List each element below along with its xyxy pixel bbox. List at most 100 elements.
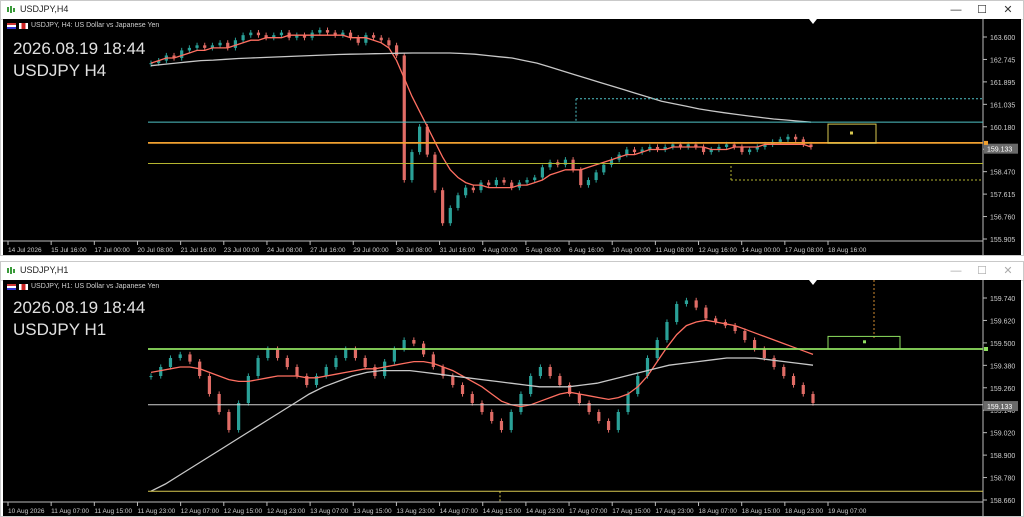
minimize-button[interactable]: — (943, 263, 969, 279)
candle-body (471, 187, 475, 191)
overlay-symbol-timeframe: USDJPY H1 (13, 320, 107, 339)
time-label: 14 Aug 00:00 (742, 247, 781, 254)
time-label: 15 Jul 16:00 (51, 247, 87, 254)
chart-shift-marker-icon[interactable] (809, 19, 817, 24)
price-label: 156.760 (990, 215, 1015, 222)
candle-body (740, 146, 744, 153)
price-label: 158.780 (990, 476, 1015, 483)
jpy-flag-icon (19, 22, 28, 29)
time-label: 18 Aug 07:00 (699, 508, 738, 515)
candle-body (460, 385, 465, 394)
time-label: 17 Jul 00:00 (94, 247, 130, 254)
time-label: 18 Aug 23:00 (785, 508, 824, 515)
symbol-description: USDJPY, H1: US Dollar vs Japanese Yen (31, 283, 160, 290)
price-label: 159.620 (990, 318, 1015, 325)
time-label: 4 Aug 00:00 (483, 247, 518, 254)
window-titlebar[interactable]: USDJPY,H1 — ☐ ✕ (1, 262, 1023, 281)
price-label: 159.260 (990, 386, 1015, 393)
candle-body (502, 180, 506, 183)
time-label: 18 Aug 15:00 (742, 508, 781, 515)
candle-body (525, 180, 529, 183)
chart-canvas-h4[interactable]: 163.600162.745161.895161.035160.180159.3… (3, 19, 1021, 255)
price-label: 160.180 (990, 125, 1015, 132)
overlay-datetime: 2026.08.19 18:44 (13, 298, 146, 317)
time-label: 30 Jul 08:00 (396, 247, 432, 254)
time-label: 17 Aug 08:00 (785, 247, 824, 254)
candle-body (402, 340, 406, 349)
candle-body (266, 349, 270, 358)
candle-body (558, 376, 562, 385)
price-label: 159.020 (990, 431, 1015, 438)
candle-body (256, 358, 260, 376)
candle-body (379, 37, 383, 41)
candle-body (364, 35, 368, 43)
candle-body (218, 42, 222, 46)
candle-body (353, 349, 358, 358)
maximize-button[interactable]: ☐ (969, 263, 995, 279)
candle-body (606, 421, 611, 430)
time-label: 11 Aug 15:00 (94, 508, 132, 515)
chart-shift-marker-icon[interactable] (809, 280, 817, 285)
candle-body (159, 367, 163, 376)
price-chart-h4[interactable]: 163.600162.745161.895161.035160.180159.3… (3, 19, 1021, 255)
candle-body (540, 167, 544, 178)
time-label: 10 Aug 00:00 (612, 247, 651, 254)
candle-body (519, 394, 523, 412)
overlay-datetime: 2026.08.19 18:44 (13, 39, 146, 58)
candle-body (387, 40, 391, 46)
price-label: 159.380 (990, 363, 1015, 370)
time-label: 12 Aug 16:00 (699, 247, 738, 254)
candle-body (451, 376, 455, 385)
price-chart-h1[interactable]: 159.740 159.620 159.500 159.380 159.260 159.1… (3, 280, 1021, 516)
candle-body (626, 394, 630, 412)
candle-body (356, 37, 360, 43)
candle-body (616, 412, 620, 430)
candle-body (324, 367, 328, 376)
time-label: 21 Jul 16:00 (181, 247, 217, 254)
candle-body (694, 300, 698, 308)
time-label: 12 Aug 23:00 (267, 508, 306, 515)
candle-body (241, 35, 245, 41)
time-label: 5 Aug 08:00 (526, 247, 561, 254)
price-label: 157.615 (990, 192, 1015, 199)
time-label: 17 Aug 15:00 (612, 508, 651, 515)
candle-body (791, 376, 796, 385)
time-label: 24 Jul 08:00 (267, 247, 303, 254)
price-label: 158.900 (990, 453, 1015, 460)
time-label: 18 Aug 16:00 (828, 247, 867, 254)
chart-window-icon (7, 6, 15, 13)
candle-body (246, 376, 250, 403)
price-label: 163.600 (990, 35, 1015, 42)
candle-body (203, 45, 207, 48)
usd-flag-icon (7, 22, 16, 29)
candle-body (548, 162, 552, 168)
candle-body (441, 190, 445, 224)
close-button[interactable]: ✕ (995, 2, 1021, 18)
candle-body (412, 340, 416, 344)
candle-body (724, 144, 729, 147)
candle-body (811, 394, 815, 403)
moving-average-red (150, 319, 814, 408)
candle-body (786, 136, 790, 140)
candle-body (752, 340, 757, 349)
symbol-info-bar: USDJPY, H1: US Dollar vs Japanese Yen (7, 283, 159, 290)
maximize-button[interactable]: ☐ (969, 2, 995, 18)
time-label: 13 Aug 23:00 (396, 508, 435, 515)
minimize-button[interactable]: — (943, 2, 969, 18)
candle-body (217, 394, 221, 412)
close-button[interactable]: ✕ (995, 263, 1021, 279)
chart-window-h4[interactable]: USDJPY,H4 — ☐ ✕ 163.600 162.745 161.895 161… (0, 0, 1024, 256)
chart-window-h1[interactable]: USDJPY,H1 — ☐ ✕ 159.740 159.620 159.500 159… (0, 261, 1024, 517)
candle-body (782, 367, 786, 376)
window-titlebar[interactable]: USDJPY,H4 — ☐ ✕ (1, 1, 1023, 20)
chart-canvas-h1[interactable]: 159.740 159.620 159.500 159.380 159.260 159.1… (3, 280, 1021, 516)
candle-body (533, 177, 537, 181)
candle-body (371, 35, 376, 38)
candle-body (168, 358, 173, 367)
candle-body (684, 300, 689, 304)
candle-body (499, 421, 504, 430)
candle-body (363, 358, 367, 367)
time-label: 20 Jul 08:00 (137, 247, 173, 254)
candle-body (577, 394, 581, 403)
candle-body (249, 32, 253, 36)
